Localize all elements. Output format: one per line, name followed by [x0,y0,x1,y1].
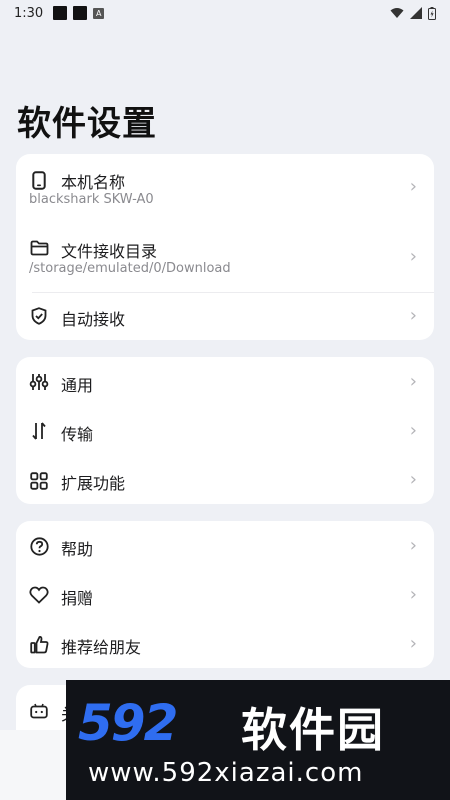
chevron-right-icon: › [409,633,417,654]
help-circle-icon [29,536,49,556]
wifi-icon [390,8,404,18]
help-label: 帮助 [61,540,94,559]
status-bar: 1:30 A [0,0,450,26]
watermark-url: www.592xiazai.com [88,758,364,788]
chevron-right-icon: › [409,420,417,441]
receive-folder-label: 文件接收目录 [61,242,158,261]
chevron-right-icon: › [409,246,417,267]
receive-folder-value: /storage/emulated/0/Download [29,261,231,276]
watermark-number: 592 [78,694,178,752]
donate-label: 捐赠 [61,589,94,608]
device-name-value: blackshark SKW-A0 [29,192,154,207]
notification-badge: A [93,7,105,19]
watermark-banner: 592 软件园 www.592xiazai.com [66,680,450,800]
device-name-row[interactable]: 本机名称 blackshark SKW-A0 › [16,154,434,222]
sliders-icon [29,372,49,392]
shield-check-icon [29,306,49,326]
battery-icon [428,6,436,20]
settings-card-general: 通用 › 传输 › 扩展功能 › [16,357,434,504]
transfer-label: 传输 [61,425,94,444]
share-row[interactable]: 推荐给朋友 › [16,620,434,668]
signal-icon [410,7,422,19]
status-time: 1:30 [14,5,44,21]
settings-card-device: 本机名称 blackshark SKW-A0 › 文件接收目录 /storage… [16,154,434,340]
transfer-arrows-icon [29,421,49,441]
extensions-label: 扩展功能 [61,474,126,493]
chevron-right-icon: › [409,176,417,197]
heart-icon [29,585,49,605]
share-label: 推荐给朋友 [61,638,142,657]
chevron-right-icon: › [409,305,417,326]
grid-icon [29,471,49,491]
donate-row[interactable]: 捐赠 › [16,570,434,620]
transfer-row[interactable]: 传输 › [16,406,434,456]
thumbs-up-icon [29,634,49,654]
general-label: 通用 [61,376,94,395]
auto-receive-row[interactable]: 自动接收 › [16,293,434,340]
phone-icon [29,170,49,190]
chevron-right-icon: › [409,371,417,392]
extensions-row[interactable]: 扩展功能 › [16,456,434,504]
notification-icon [53,6,68,20]
status-right [390,6,436,20]
chevron-right-icon: › [409,469,417,490]
chevron-right-icon: › [409,584,417,605]
bottom-strip [0,730,66,800]
settings-card-support: 帮助 › 捐赠 › 推荐给朋友 › [16,521,434,668]
help-row[interactable]: 帮助 › [16,521,434,570]
receive-folder-row[interactable]: 文件接收目录 /storage/emulated/0/Download › [16,222,434,292]
notification-icon-2 [73,6,88,20]
page-title: 软件设置 [17,104,157,144]
folder-icon [29,238,49,258]
general-row[interactable]: 通用 › [16,357,434,406]
device-name-label: 本机名称 [61,173,126,192]
chevron-right-icon: › [409,535,417,556]
watermark-name: 软件园 [241,703,385,757]
robot-icon [29,701,49,721]
auto-receive-label: 自动接收 [61,310,126,329]
